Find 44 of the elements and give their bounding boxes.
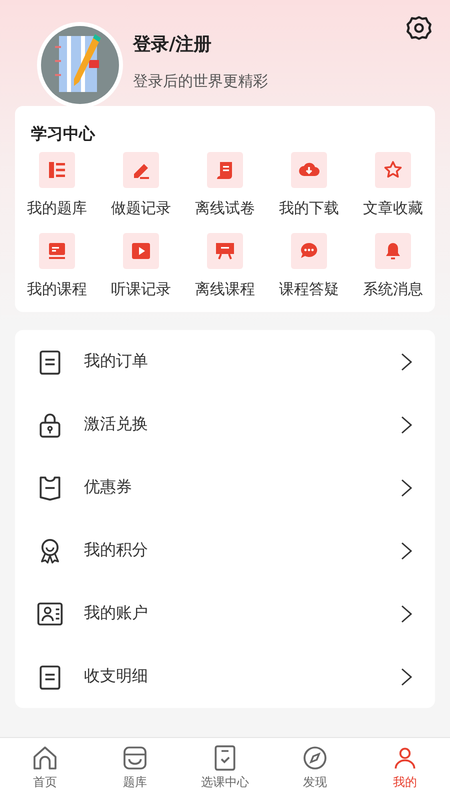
shortcut-link[interactable]: 系统消息 (363, 278, 423, 300)
chevron-right-icon (399, 478, 413, 498)
compass-icon (301, 744, 329, 772)
shortcut-link[interactable]: 文章收藏 (363, 197, 423, 219)
shortcut-link[interactable]: 课程答疑 (279, 278, 339, 300)
tab[interactable]: 选课中心 (180, 738, 270, 800)
section-title: 学习中心 (31, 123, 95, 145)
pencil-icon (123, 152, 159, 188)
shortcut-link[interactable]: 我的下载 (279, 197, 339, 219)
menu-row[interactable]: 我的账户 (15, 582, 435, 645)
store-icon (121, 744, 149, 772)
shortcut-link[interactable]: 离线试卷 (195, 197, 255, 219)
tab[interactable]: 首页 (0, 738, 90, 800)
list-icon (39, 152, 75, 188)
menu-row[interactable]: 我的积分 (15, 519, 435, 582)
menu-row[interactable]: 我的订单 (15, 330, 435, 393)
menu-row[interactable]: 激活兑换 (15, 393, 435, 456)
bell-icon (375, 233, 411, 269)
shortcut-link[interactable]: 离线课程 (195, 278, 255, 300)
menu-row[interactable]: 优惠券 (15, 456, 435, 519)
chevron-right-icon (399, 414, 413, 434)
settings-icon[interactable] (406, 15, 432, 41)
home-icon (31, 744, 59, 772)
login-link[interactable]: 登录/注册 (133, 32, 268, 58)
scroll-icon (207, 152, 243, 188)
tab[interactable]: 题库 (90, 738, 180, 800)
shortcut-link[interactable]: 听课记录 (111, 278, 171, 300)
chevron-right-icon (399, 352, 413, 372)
screen-icon (39, 233, 75, 269)
profile-subtitle: 登录后的世界更精彩 (133, 71, 268, 92)
board-icon (207, 233, 243, 269)
id-card-icon (36, 600, 64, 628)
chevron-right-icon (399, 540, 413, 560)
chevron-right-icon (399, 604, 413, 624)
menu-row[interactable]: 收支明细 (15, 645, 435, 708)
shortcut-link[interactable]: 我的题库 (27, 197, 87, 219)
chevron-right-icon (399, 666, 413, 686)
play-icon (123, 233, 159, 269)
cloud-download-icon (291, 152, 327, 188)
shortcut-link[interactable]: 做题记录 (111, 197, 171, 219)
tab[interactable]: 发现 (270, 738, 360, 800)
tab[interactable]: 我的 (360, 738, 450, 800)
shortcut-link[interactable]: 我的课程 (27, 278, 87, 300)
chat-bubble-icon (291, 233, 327, 269)
